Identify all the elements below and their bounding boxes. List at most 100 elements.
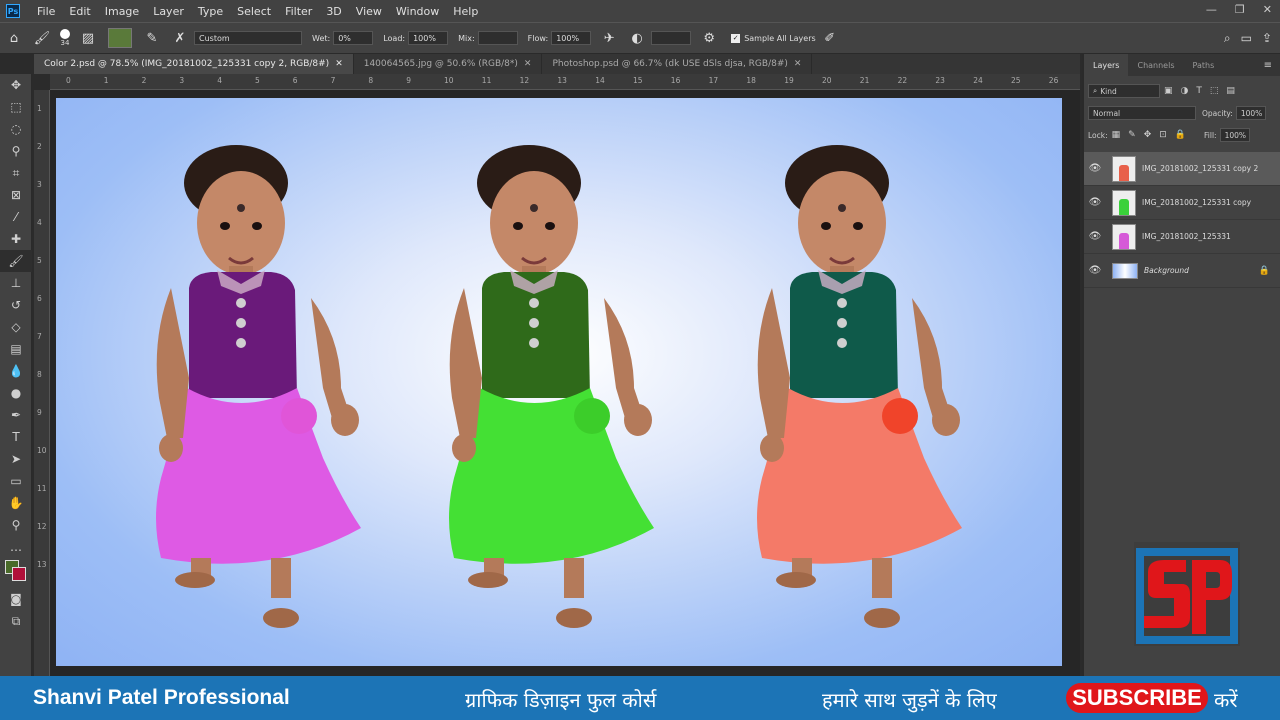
subscribe-button[interactable]: SUBSCRIBE [1066,683,1208,713]
layer-row[interactable]: 👁 Background 🔒 [1084,254,1280,288]
marquee-tool-icon[interactable]: ⬚ [0,96,32,118]
healing-tool-icon[interactable]: ✚ [0,228,32,250]
tab-140064565[interactable]: 140064565.jpg @ 50.6% (RGB/8*) ✕ [354,54,543,74]
move-tool-icon[interactable]: ✥ [0,74,32,96]
eye-icon[interactable]: 👁 [1084,163,1106,174]
screen-mode-icon[interactable]: ⧉ [0,610,32,632]
panel-menu-icon[interactable]: ≡ [1264,60,1272,71]
layer-row[interactable]: 👁 IMG_20181002_125331 copy 2 [1084,152,1280,186]
tab-paths[interactable]: Paths [1184,54,1224,76]
lock-position-icon[interactable]: ✥ [1144,130,1152,140]
load-field[interactable]: 100% [408,31,449,45]
close-tab-icon[interactable]: ✕ [335,59,343,69]
brush-preset-icon[interactable]: 🖌 [33,29,51,47]
document-canvas[interactable] [56,98,1062,666]
eye-icon[interactable]: 👁 [1084,231,1106,242]
close-tab-icon[interactable]: ✕ [524,59,532,69]
background-color-swatch[interactable] [12,567,26,581]
tab-layers[interactable]: Layers [1084,54,1129,76]
menu-3d[interactable]: 3D [319,5,348,18]
hand-tool-icon[interactable]: ✋ [0,492,32,514]
dodge-tool-icon[interactable]: ● [0,382,32,404]
color-swatches[interactable] [0,558,31,588]
lock-artboard-icon[interactable]: ⊡ [1159,130,1167,140]
pen-tool-icon[interactable]: ✒ [0,404,32,426]
menu-type[interactable]: Type [191,5,230,18]
ruler-tick: 24 [973,76,983,85]
menu-image[interactable]: Image [98,5,146,18]
close-window-button[interactable]: ✕ [1263,3,1272,16]
tab-color-2[interactable]: Color 2.psd @ 78.5% (IMG_20181002_125331… [34,54,354,74]
filter-pixel-icon[interactable]: ▣ [1164,86,1173,96]
brush-color-swatch[interactable] [108,28,132,48]
filter-smart-icon[interactable]: ▤ [1226,86,1235,96]
close-tab-icon[interactable]: ✕ [794,59,802,69]
lock-transparent-icon[interactable]: ▦ [1112,130,1121,140]
smoothing-field[interactable] [651,31,692,45]
zoom-tool-icon[interactable]: ⚲ [0,514,32,536]
wet-field[interactable]: 0% [333,31,374,45]
flow-field[interactable]: 100% [551,31,592,45]
crop-tool-icon[interactable]: ⌗ [0,162,32,184]
menu-file[interactable]: File [30,5,62,18]
quick-mask-icon[interactable]: ◙ [0,588,32,610]
quick-select-tool-icon[interactable]: ⚲ [0,140,32,162]
wet-label: Wet: [312,33,331,43]
mix-field[interactable] [477,31,518,45]
girl-figure [449,145,654,628]
ruler-tick: 6 [37,294,42,303]
menu-filter[interactable]: Filter [278,5,319,18]
airbrush-icon[interactable]: ✈ [600,29,618,47]
path-select-tool-icon[interactable]: ➤ [0,448,32,470]
eye-icon[interactable]: 👁 [1084,197,1106,208]
menu-window[interactable]: Window [389,5,446,18]
brush-settings-icon[interactable]: ▨ [79,29,97,47]
filter-shape-icon[interactable]: ⬚ [1210,86,1219,96]
blend-mode-select[interactable]: Normal [1088,106,1196,120]
history-brush-tool-icon[interactable]: ↺ [0,294,32,316]
tab-photoshop[interactable]: Photoshop.psd @ 66.7% (dk USE dSls djsa,… [542,54,813,74]
shape-tool-icon[interactable]: ▭ [0,470,32,492]
brush-size-picker[interactable]: 34 [60,29,70,47]
lock-pixels-icon[interactable]: ✎ [1128,130,1136,140]
tab-channels[interactable]: Channels [1128,54,1183,76]
layer-row[interactable]: 👁 IMG_20181002_125331 [1084,220,1280,254]
frame-tool-icon[interactable]: ⊠ [0,184,32,206]
workspace-icon[interactable]: ▭ [1241,31,1252,46]
fill-field[interactable]: 100% [1219,128,1250,142]
filter-adjustment-icon[interactable]: ◑ [1181,86,1189,96]
eye-icon[interactable]: 👁 [1084,265,1106,276]
lasso-tool-icon[interactable]: ◌ [0,118,32,140]
brush-tool-icon[interactable]: 🖌 [0,250,32,272]
layer-filter-select[interactable]: ⌕ Kind [1088,84,1160,98]
brush-tip-icon [60,29,70,39]
more-tools-icon[interactable]: … [0,536,32,558]
blur-tool-icon[interactable]: 💧 [0,360,32,382]
gradient-tool-icon[interactable]: ▤ [0,338,32,360]
pressure-icon[interactable]: ✐ [821,29,839,47]
lock-all-icon[interactable]: 🔒 [1175,130,1186,140]
menu-help[interactable]: Help [446,5,485,18]
layer-row[interactable]: 👁 IMG_20181002_125331 copy [1084,186,1280,220]
menu-layer[interactable]: Layer [146,5,191,18]
opacity-field[interactable]: 100% [1235,106,1266,120]
smoothing-icon[interactable]: ◐ [628,29,646,47]
search-icon[interactable]: ⌕ [1224,31,1231,46]
restore-button[interactable]: ❐ [1235,3,1245,16]
mixer-preset-select[interactable]: Custom [194,31,302,45]
gear-icon[interactable]: ⚙ [700,29,718,47]
clean-brush-icon[interactable]: ✗ [171,29,189,47]
eyedropper-tool-icon[interactable]: ⁄ [0,206,32,228]
filter-type-icon[interactable]: T [1196,86,1202,96]
load-brush-icon[interactable]: ✎ [143,29,161,47]
menu-view[interactable]: View [349,5,389,18]
minimize-button[interactable]: — [1206,3,1217,16]
home-icon[interactable]: ⌂ [5,29,23,47]
stamp-tool-icon[interactable]: ⊥ [0,272,32,294]
type-tool-icon[interactable]: T [0,426,32,448]
eraser-tool-icon[interactable]: ◇ [0,316,32,338]
menu-select[interactable]: Select [230,5,278,18]
sample-all-layers-checkbox[interactable]: ✓ [731,33,741,43]
share-icon[interactable]: ⇪ [1262,31,1272,46]
menu-edit[interactable]: Edit [62,5,97,18]
